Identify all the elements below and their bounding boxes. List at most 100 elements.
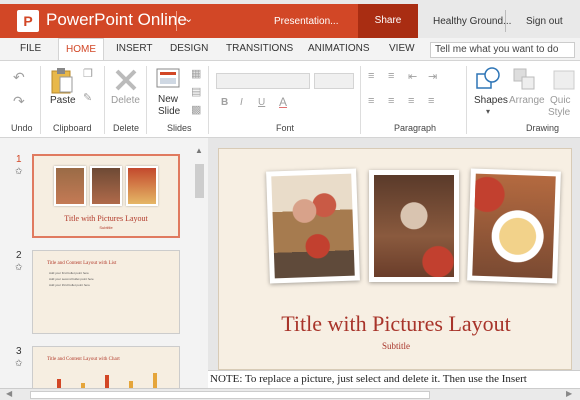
tab-insert[interactable]: INSERT xyxy=(116,43,153,54)
align-center-icon[interactable]: ≡ xyxy=(388,95,394,107)
delete-icon[interactable] xyxy=(113,67,139,93)
current-slide[interactable]: Title with Pictures Layout Subtitle xyxy=(218,148,572,370)
plates-forks-image xyxy=(374,175,454,277)
scroll-left-icon[interactable]: ◀ xyxy=(6,389,12,398)
align-left-icon[interactable]: ≡ xyxy=(368,95,374,107)
slide-number: 3 xyxy=(16,346,22,357)
arrange-icon[interactable] xyxy=(512,67,538,93)
thumb-subtitle: Subtitle xyxy=(99,225,113,230)
apples-basket-image xyxy=(271,173,355,279)
divider xyxy=(176,11,177,31)
numbering-icon[interactable]: ≡ xyxy=(388,70,394,82)
hide-slide-icon[interactable]: ▩ xyxy=(191,103,201,116)
tab-home[interactable]: HOME xyxy=(58,38,104,60)
divider xyxy=(208,66,209,134)
group-label-delete: Delete xyxy=(113,123,140,133)
picture-placeholder-plates[interactable] xyxy=(369,170,459,282)
tell-me-input[interactable]: Tell me what you want to do xyxy=(430,42,575,58)
thumb-title: Title and Content Layout with List xyxy=(47,261,117,266)
group-label-slides: Slides xyxy=(167,123,192,133)
scroll-track[interactable] xyxy=(30,391,430,399)
apple-pie-image xyxy=(472,173,556,279)
paste-label[interactable]: Paste xyxy=(50,95,76,106)
tab-transitions[interactable]: TRANSITIONS xyxy=(226,43,293,54)
increase-indent-icon[interactable]: ⇥ xyxy=(428,70,437,83)
slide-thumbnail-1[interactable]: Title with Pictures Layout Subtitle xyxy=(32,154,180,238)
layout-icon[interactable]: ▦ xyxy=(191,67,201,80)
divider xyxy=(104,66,105,134)
divider xyxy=(40,66,41,134)
format-painter-icon[interactable]: ✎ xyxy=(83,91,92,104)
thumb-bullet: Add your first bullet point here xyxy=(49,271,89,275)
decrease-indent-icon[interactable]: ⇤ xyxy=(408,70,417,83)
divider xyxy=(505,10,506,32)
tab-file[interactable]: FILE xyxy=(20,43,41,54)
shapes-icon[interactable] xyxy=(475,66,501,94)
thumb-title: Title and Content Layout with Chart xyxy=(47,357,120,362)
scroll-thumb[interactable] xyxy=(195,164,204,198)
scroll-up-icon[interactable]: ▲ xyxy=(195,146,203,155)
transition-star-icon: ✩ xyxy=(15,358,23,368)
bullets-icon[interactable]: ≡ xyxy=(368,70,374,82)
chevron-down-icon[interactable]: ⌄ xyxy=(184,12,193,25)
quick-styles-label[interactable]: Quic xyxy=(550,95,571,106)
tab-view[interactable]: VIEW xyxy=(389,43,415,54)
share-button[interactable]: Share xyxy=(358,4,418,38)
divider xyxy=(466,66,467,134)
thumb-picture xyxy=(90,166,122,206)
bold-button[interactable]: B xyxy=(221,97,228,108)
new-slide-icon[interactable] xyxy=(156,67,182,91)
undo-icon[interactable]: ↶ xyxy=(13,69,25,86)
title-bar: P PowerPoint Online ⌄ Presentation... Sh… xyxy=(0,0,580,38)
divider xyxy=(360,66,361,134)
slide-editor: Title with Pictures Layout Subtitle xyxy=(208,138,580,370)
font-size-select[interactable] xyxy=(314,73,354,89)
chevron-down-icon[interactable]: ▾ xyxy=(486,107,490,116)
new-slide-label[interactable]: New xyxy=(158,94,178,105)
divider xyxy=(146,66,147,134)
thumb-bullet: Add your third bullet point here xyxy=(49,283,90,287)
tab-animations[interactable]: ANIMATIONS xyxy=(308,43,369,54)
group-label-undo: Undo xyxy=(11,123,33,133)
slide-subtitle[interactable]: Subtitle xyxy=(219,341,573,351)
app-title[interactable]: PowerPoint Online xyxy=(46,10,187,30)
justify-icon[interactable]: ≡ xyxy=(428,95,434,107)
redo-icon[interactable]: ↷ xyxy=(13,93,25,110)
quick-styles-icon[interactable] xyxy=(552,67,578,93)
paste-icon[interactable] xyxy=(50,67,74,95)
thumb-title: Title with Pictures Layout xyxy=(64,214,148,223)
scroll-right-icon[interactable]: ▶ xyxy=(566,389,572,398)
user-name[interactable]: Healthy Ground... xyxy=(433,16,511,27)
delete-label[interactable]: Delete xyxy=(111,95,140,106)
slide-thumbnails-pane: 1 ✩ Title with Pictures Layout Subtitle … xyxy=(0,138,208,397)
group-label-font: Font xyxy=(276,123,295,133)
picture-placeholder-apples[interactable] xyxy=(266,168,360,284)
underline-button[interactable]: U xyxy=(258,97,265,108)
group-label-paragraph: Paragraph xyxy=(394,123,437,133)
arrange-label[interactable]: Arrange xyxy=(509,95,545,106)
slide-number: 1 xyxy=(16,154,22,165)
account-area: Healthy Ground... Sign out xyxy=(418,4,580,38)
italic-button[interactable]: I xyxy=(240,97,243,108)
sign-out-link[interactable]: Sign out xyxy=(526,16,563,27)
copy-icon[interactable]: ❐ xyxy=(83,67,93,80)
duplicate-slide-icon[interactable]: ▤ xyxy=(191,85,201,98)
slide-title[interactable]: Title with Pictures Layout xyxy=(219,311,573,337)
group-label-drawing: Drawing xyxy=(526,123,560,133)
powerpoint-logo-icon: P xyxy=(17,10,39,32)
thumb-bullet: Add your second bullet point here xyxy=(49,277,94,281)
horizontal-scrollbar[interactable]: ◀ ▶ xyxy=(0,388,580,400)
quick-styles-label-2[interactable]: Style xyxy=(548,107,570,118)
font-color-button[interactable]: A xyxy=(279,95,287,109)
presentation-name[interactable]: Presentation... xyxy=(274,16,338,27)
speaker-notes[interactable]: NOTE: To replace a picture, just select … xyxy=(208,370,580,388)
font-name-select[interactable] xyxy=(216,73,310,89)
new-slide-label-2[interactable]: Slide xyxy=(158,106,180,117)
thumbnails-scrollbar[interactable]: ▲ xyxy=(191,140,208,388)
align-right-icon[interactable]: ≡ xyxy=(408,95,414,107)
picture-placeholder-pie[interactable] xyxy=(467,168,561,284)
transition-star-icon: ✩ xyxy=(15,262,23,272)
shapes-label[interactable]: Shapes xyxy=(474,95,508,106)
slide-thumbnail-2[interactable]: Title and Content Layout with List Add y… xyxy=(32,250,180,334)
tab-design[interactable]: DESIGN xyxy=(170,43,208,54)
